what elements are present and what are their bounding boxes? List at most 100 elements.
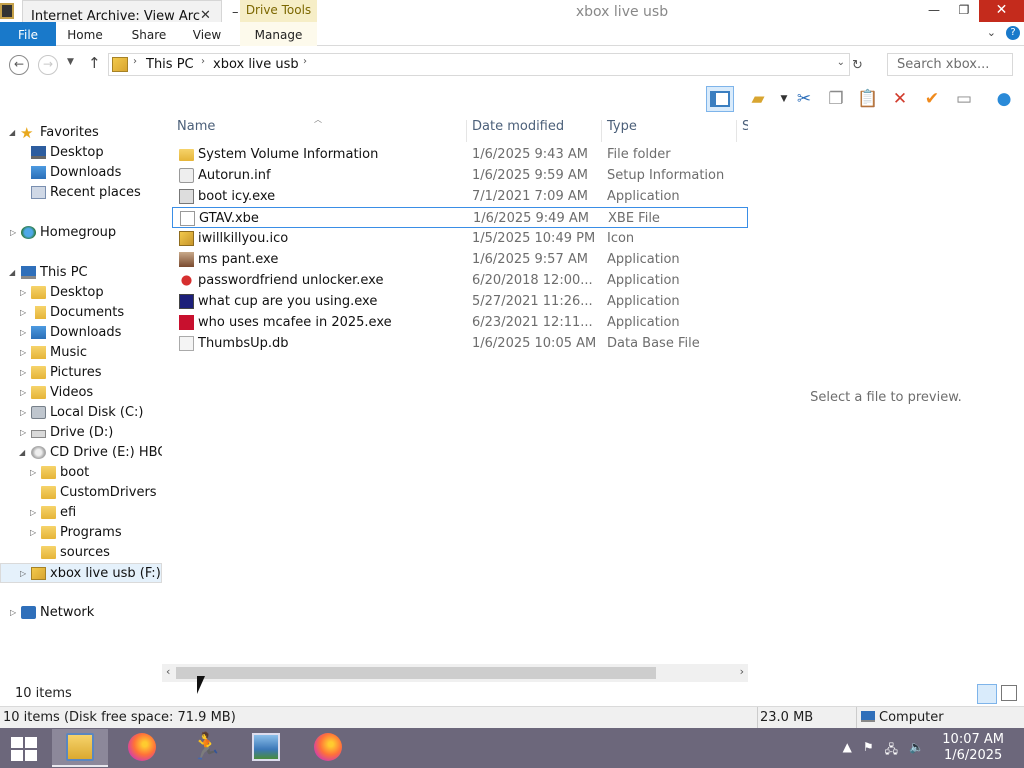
maximize-button[interactable]: ❐ — [949, 0, 979, 22]
nav-cd-programs[interactable]: ▷ Programs — [0, 523, 162, 543]
close-button[interactable]: ✕ — [979, 0, 1024, 22]
collapsed-arrow-icon[interactable]: ▷ — [20, 423, 26, 443]
cut-icon[interactable]: ✂ — [790, 86, 818, 112]
collapsed-arrow-icon[interactable]: ▷ — [20, 323, 26, 343]
tab-home[interactable]: Home — [60, 22, 110, 46]
globe-icon[interactable]: ● — [990, 86, 1018, 112]
nav-pc-music[interactable]: ▷ Music — [0, 343, 162, 363]
expanded-arrow-icon[interactable]: ◢ — [9, 263, 15, 283]
expanded-arrow-icon[interactable]: ◢ — [9, 123, 15, 143]
volume-icon[interactable]: 🔈 — [909, 740, 924, 761]
breadcrumb-this-pc[interactable]: This PC — [146, 57, 194, 72]
nav-cd-customdrivers[interactable]: CustomDrivers — [0, 483, 162, 503]
file-row[interactable]: what cup are you using.exe 5/27/2021 11:… — [172, 291, 748, 312]
nav-pc-videos[interactable]: ▷ Videos — [0, 383, 162, 403]
nav-pc-desktop[interactable]: ▷ Desktop — [0, 283, 162, 303]
collapsed-arrow-icon[interactable]: ▷ — [20, 363, 26, 383]
nav-cd-boot[interactable]: ▷ boot — [0, 463, 162, 483]
collapsed-arrow-icon[interactable]: ▷ — [20, 564, 26, 584]
taskbar-firefox[interactable] — [114, 729, 170, 767]
collapsed-arrow-icon[interactable]: ▷ — [20, 303, 26, 323]
column-header-date-modified[interactable]: Date modified — [466, 120, 564, 142]
properties-folder-icon[interactable]: ▰ — [744, 86, 772, 112]
scroll-right-icon[interactable]: › — [740, 665, 744, 678]
nav-fav-downloads[interactable]: Downloads — [0, 163, 162, 183]
search-input[interactable]: Search xbox... — [887, 53, 1013, 76]
nav-network[interactable]: ▷ Network — [0, 603, 162, 623]
collapsed-arrow-icon[interactable]: ▷ — [20, 383, 26, 403]
collapsed-arrow-icon[interactable]: ▷ — [10, 223, 16, 243]
nav-pc-downloads[interactable]: ▷ Downloads — [0, 323, 162, 343]
column-header-size[interactable]: S — [736, 120, 748, 142]
collapsed-arrow-icon[interactable]: ▷ — [30, 503, 36, 523]
collapsed-arrow-icon[interactable]: ▷ — [20, 403, 26, 423]
nav-cd-sources[interactable]: sources — [0, 543, 162, 563]
preview-pane-toggle-icon[interactable] — [706, 86, 734, 112]
scrollbar-thumb[interactable] — [176, 667, 656, 679]
copy-icon[interactable]: ❐ — [822, 86, 850, 112]
network-tray-icon[interactable]: 🖧 — [885, 740, 898, 761]
taskbar-firefox-2[interactable] — [300, 729, 356, 767]
tab-close-icon[interactable]: ✕ — [200, 8, 211, 23]
nav-pc-local-disk[interactable]: ▷ Local Disk (C:) — [0, 403, 162, 423]
column-header-name[interactable]: Name — [177, 120, 215, 142]
column-header-type[interactable]: Type — [601, 120, 637, 142]
file-row[interactable]: iwillkillyou.ico 1/5/2025 10:49 PM Icon — [172, 228, 748, 249]
nav-pc-cd-drive[interactable]: ◢ CD Drive (E:) HBC — [0, 443, 162, 463]
file-row[interactable]: who uses mcafee in 2025.exe 6/23/2021 12… — [172, 312, 748, 333]
expanded-arrow-icon[interactable]: ◢ — [19, 443, 25, 463]
nav-cd-efi[interactable]: ▷ efi — [0, 503, 162, 523]
horizontal-scrollbar[interactable]: ‹ › — [162, 664, 748, 682]
clock[interactable]: 10:07 AM 1/6/2025 — [942, 732, 1004, 764]
nav-fav-desktop[interactable]: Desktop — [0, 143, 162, 163]
tab-share[interactable]: Share — [124, 22, 174, 46]
checkmark-icon[interactable]: ✔ — [918, 86, 946, 112]
taskbar-running-man[interactable]: 🏃 — [176, 729, 232, 767]
collapsed-arrow-icon[interactable]: ▷ — [30, 463, 36, 483]
large-icons-view-icon[interactable] — [1001, 685, 1017, 701]
taskbar-photos[interactable] — [238, 729, 294, 767]
chevron-right-icon[interactable]: › — [133, 56, 137, 67]
minimize-button[interactable]: — — [919, 0, 949, 22]
details-view-icon[interactable] — [977, 684, 997, 704]
nav-pc-xbox-live-usb[interactable]: ▷ xbox live usb (F:) — [0, 563, 162, 583]
recent-locations-dropdown-icon[interactable]: ▼ — [67, 57, 74, 67]
file-row[interactable]: ThumbsUp.db 1/6/2025 10:05 AM Data Base … — [172, 333, 748, 354]
tab-file[interactable]: File — [0, 22, 56, 46]
collapsed-arrow-icon[interactable]: ▷ — [20, 283, 26, 303]
expand-ribbon-icon[interactable]: ⌄ — [987, 26, 996, 40]
nav-pc-documents[interactable]: ▷ Documents — [0, 303, 162, 323]
collapsed-arrow-icon[interactable]: ▷ — [30, 523, 36, 543]
nav-homegroup[interactable]: ▷ Homegroup — [0, 223, 162, 243]
file-row-focused[interactable]: GTAV.xbe 1/6/2025 9:49 AM XBE File — [172, 207, 748, 228]
file-row[interactable]: ms pant.exe 1/6/2025 9:57 AM Application — [172, 249, 748, 270]
help-icon[interactable]: ? — [1006, 26, 1020, 40]
nav-pc-pictures[interactable]: ▷ Pictures — [0, 363, 162, 383]
paste-icon[interactable]: 📋 — [854, 86, 882, 112]
file-row[interactable]: System Volume Information 1/6/2025 9:43 … — [172, 144, 748, 165]
collapsed-arrow-icon[interactable]: ▷ — [10, 603, 16, 623]
back-button[interactable]: ← — [9, 55, 29, 75]
taskbar-file-explorer[interactable] — [52, 729, 108, 767]
nav-fav-recent-places[interactable]: Recent places — [0, 183, 162, 203]
browser-tab-title[interactable]: Internet Archive: View Arc — [22, 0, 222, 24]
tab-view[interactable]: View — [184, 22, 230, 46]
address-field[interactable]: › This PC › xbox live usb › ⌄ — [108, 53, 850, 76]
start-button[interactable] — [10, 736, 38, 761]
chevron-right-icon[interactable]: › — [201, 56, 205, 67]
file-row[interactable]: passwordfriend unlocker.exe 6/20/2018 12… — [172, 270, 748, 291]
up-button[interactable]: ↑ — [88, 54, 101, 72]
file-row[interactable]: boot icy.exe 7/1/2021 7:09 AM Applicatio… — [172, 186, 748, 207]
tab-manage[interactable]: Manage — [240, 22, 317, 46]
nav-this-pc[interactable]: ◢ This PC — [0, 263, 162, 283]
flag-icon[interactable]: ⚑ — [863, 740, 874, 761]
collapsed-arrow-icon[interactable]: ▷ — [20, 343, 26, 363]
rename-icon[interactable]: ▭ — [950, 86, 978, 112]
refresh-icon[interactable]: ↻ — [852, 58, 863, 73]
app-icon[interactable] — [0, 3, 14, 19]
nav-favorites[interactable]: ◢ ★ Favorites — [0, 123, 162, 143]
forward-button[interactable]: → — [38, 55, 58, 75]
scroll-left-icon[interactable]: ‹ — [166, 665, 170, 678]
chevron-right-icon[interactable]: › — [303, 56, 307, 67]
file-row[interactable]: Autorun.inf 1/6/2025 9:59 AM Setup Infor… — [172, 165, 748, 186]
